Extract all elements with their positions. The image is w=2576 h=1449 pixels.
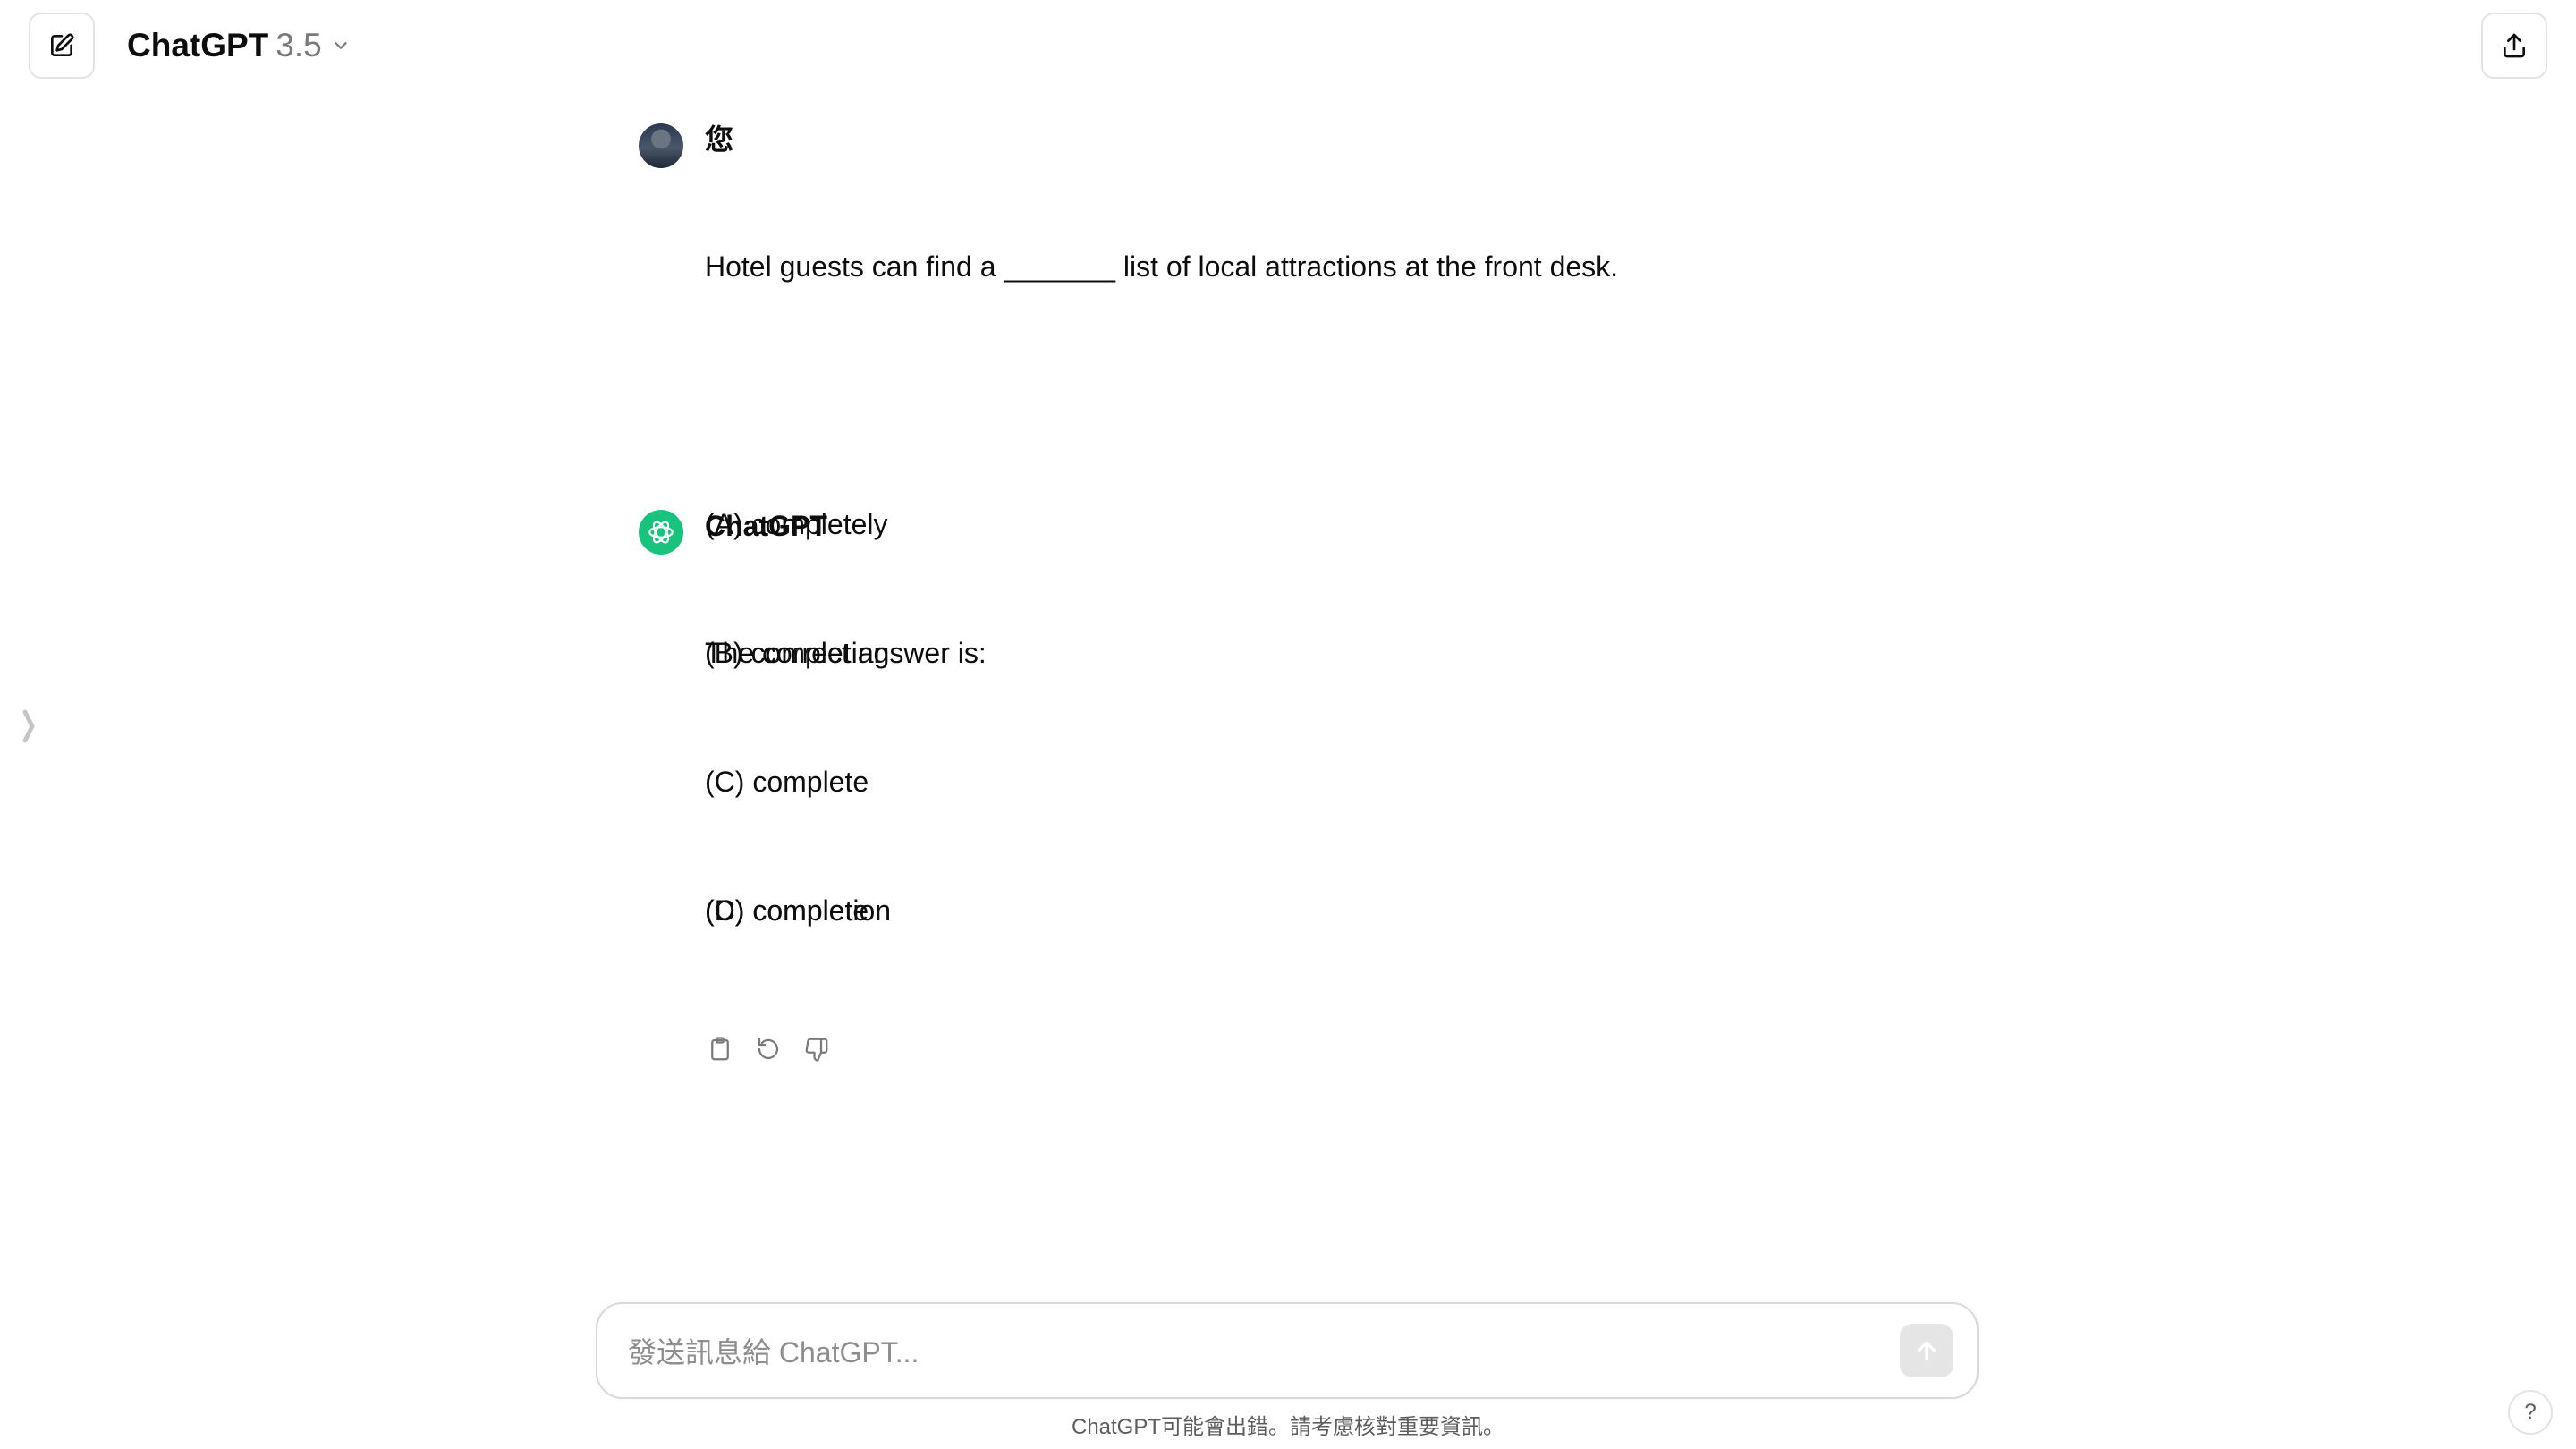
message-line xyxy=(705,760,1945,803)
regenerate-icon xyxy=(758,1038,779,1060)
model-version: 3.5 xyxy=(275,27,322,64)
regenerate-button[interactable] xyxy=(753,1034,784,1064)
message-line: Hotel guests can find a _______ list of … xyxy=(705,250,1619,283)
message-actions xyxy=(705,1034,1945,1064)
sidebar-toggle-button[interactable] xyxy=(18,705,39,748)
send-button[interactable] xyxy=(1900,1324,1953,1377)
assistant-message: ChatGPT The correct answer is: (C) compl… xyxy=(639,506,1945,1064)
edit-square-icon xyxy=(51,33,74,56)
chatgpt-avatar xyxy=(639,510,683,555)
message-author: ChatGPT xyxy=(705,510,827,542)
message-author: 您 xyxy=(705,123,734,156)
model-name: ChatGPT xyxy=(127,27,269,64)
model-selector[interactable]: ChatGPT 3.5 xyxy=(127,21,351,70)
clipboard-icon xyxy=(711,1037,729,1061)
user-avatar xyxy=(639,123,683,168)
help-label: ? xyxy=(2524,1400,2537,1424)
arrow-up-icon xyxy=(1917,1341,1936,1360)
chevron-right-icon xyxy=(22,709,35,743)
message-composer xyxy=(596,1302,1979,1399)
openai-logo-icon xyxy=(648,521,674,544)
message-input[interactable] xyxy=(628,1327,1809,1377)
thumbs-down-icon xyxy=(805,1038,828,1062)
copy-button[interactable] xyxy=(705,1034,735,1064)
share-button[interactable] xyxy=(2481,13,2547,79)
help-button[interactable]: ? xyxy=(2508,1390,2553,1435)
disclaimer-text: ChatGPT可能會出錯。請考慮核對重要資訊。 xyxy=(1071,1415,1505,1439)
message-line xyxy=(705,374,1945,417)
message-body: The correct answer is: (C) complete xyxy=(705,546,1945,1018)
message-line: The correct answer is: xyxy=(705,637,987,669)
chevron-down-icon xyxy=(335,42,347,49)
message-line: (C) complete xyxy=(705,894,869,927)
share-upload-icon xyxy=(2504,33,2525,58)
new-chat-button[interactable] xyxy=(29,13,95,79)
thumbs-down-button[interactable] xyxy=(801,1034,832,1064)
chat-page: ChatGPT 3.5 您 Hotel guests can find a __… xyxy=(0,0,2576,1449)
